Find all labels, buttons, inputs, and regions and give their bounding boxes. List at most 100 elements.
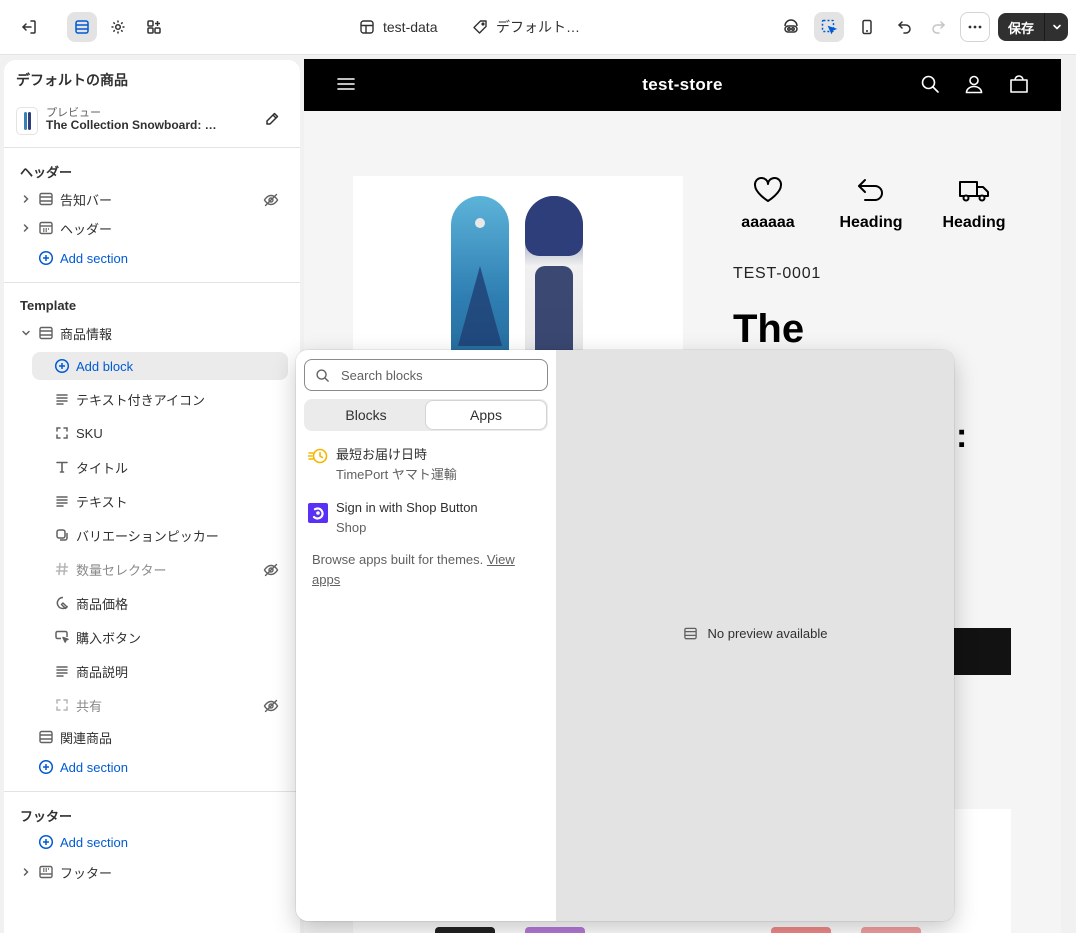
block-buy-buttons[interactable]: 購入ボタン xyxy=(4,623,300,651)
exit-icon xyxy=(20,18,38,36)
edit-preview-button[interactable] xyxy=(264,111,280,127)
feature-label: Heading xyxy=(942,214,1006,231)
exit-button[interactable] xyxy=(14,12,44,42)
block-share[interactable]: 共有 xyxy=(4,691,300,719)
add-section-label: Add section xyxy=(60,834,128,850)
block-label: SKU xyxy=(76,425,103,441)
template-selector[interactable]: デフォルト… xyxy=(472,12,580,42)
section-label: 商品情報 xyxy=(60,326,113,342)
app-name: Sign in with Shop Button xyxy=(336,500,478,515)
product-sku: TEST-0001 xyxy=(733,265,822,282)
dashed-frame-icon xyxy=(54,697,70,713)
app-item-shop-sign-in[interactable]: Sign in with Shop Button Shop xyxy=(306,500,546,544)
template-add-section-button[interactable]: Add section xyxy=(4,753,300,781)
section-icon xyxy=(38,325,54,341)
sections-button[interactable] xyxy=(67,12,97,42)
text-lines-icon xyxy=(54,493,70,509)
section-icon xyxy=(683,626,698,641)
app-item-timeport[interactable]: 最短お届け日時 TimePort ヤマト運輸 xyxy=(306,444,546,488)
block-variant-picker[interactable]: バリエーションピッカー xyxy=(4,521,300,549)
chevron-down-icon xyxy=(20,327,32,339)
eye-slash-icon[interactable] xyxy=(263,562,279,578)
top-bar: test-data デフォルト… 保存 xyxy=(0,0,1076,55)
select-mode-button[interactable] xyxy=(814,12,844,42)
store-name[interactable]: test-store xyxy=(304,75,1061,95)
plus-circle-icon xyxy=(38,759,54,775)
eye-slash-icon[interactable] xyxy=(263,192,279,208)
block-product-price[interactable]: 商品価格 xyxy=(4,589,300,617)
cart-icon[interactable] xyxy=(1008,74,1030,94)
picker-tabs: Blocks Apps xyxy=(304,399,548,431)
header-add-section-button[interactable]: Add section xyxy=(4,244,300,272)
divider xyxy=(4,147,300,148)
section-header[interactable]: ヘッダー xyxy=(4,214,300,242)
preview-product-selector[interactable]: プレビュー The Collection Snowboard: … xyxy=(16,104,288,138)
section-label: フッター xyxy=(60,865,113,881)
eye-slash-icon[interactable] xyxy=(263,698,279,714)
hash-icon xyxy=(54,561,70,577)
product-thumbnail xyxy=(16,107,38,135)
block-description[interactable]: 商品説明 xyxy=(4,657,300,685)
save-options-button[interactable] xyxy=(1044,13,1068,41)
app-name: 最短お届け日時 xyxy=(336,447,428,462)
account-icon[interactable] xyxy=(964,74,984,94)
section-related-products[interactable]: 関連商品 xyxy=(4,723,300,751)
block-sku[interactable]: SKU xyxy=(4,419,300,447)
mobile-preview-button[interactable] xyxy=(852,12,882,42)
undo-button[interactable] xyxy=(890,12,920,42)
search-blocks-input[interactable] xyxy=(341,360,541,390)
button-cursor-icon xyxy=(54,629,70,645)
block-picker-popover: Blocks Apps 最短お届け日時 TimePort ヤマト運輸 Sign … xyxy=(296,350,954,921)
section-label: 関連商品 xyxy=(60,730,113,746)
more-actions-button[interactable] xyxy=(960,12,990,42)
block-title[interactable]: タイトル xyxy=(4,453,300,481)
template-group-heading: Template xyxy=(20,298,77,313)
block-search[interactable] xyxy=(304,359,548,391)
block-label: 数量セレクター xyxy=(76,562,167,578)
no-preview-text: No preview available xyxy=(707,626,828,641)
product-title-fragment: : xyxy=(956,417,968,455)
add-section-label: Add section xyxy=(60,250,128,266)
tab-apps[interactable]: Apps xyxy=(426,401,546,429)
block-label: テキスト xyxy=(76,494,128,510)
search-icon[interactable] xyxy=(920,74,940,94)
divider xyxy=(4,791,300,792)
app-embeds-button[interactable] xyxy=(139,12,169,42)
plus-circle-icon xyxy=(54,358,70,374)
inspector-icon xyxy=(782,18,800,36)
redo-button[interactable] xyxy=(923,12,953,42)
tab-blocks[interactable]: Blocks xyxy=(306,401,426,429)
truck-icon xyxy=(929,176,1019,204)
theme-selector[interactable]: test-data xyxy=(359,12,437,42)
no-preview-message: No preview available xyxy=(556,626,954,641)
divider xyxy=(4,282,300,283)
buy-button[interactable] xyxy=(949,628,1011,675)
timeport-icon xyxy=(308,447,328,465)
redo-icon xyxy=(929,18,947,36)
footer-add-section-button[interactable]: Add section xyxy=(4,828,300,856)
add-block-button[interactable]: Add block xyxy=(32,352,288,380)
chevron-right-icon xyxy=(20,866,32,878)
search-icon xyxy=(315,368,330,383)
save-button[interactable]: 保存 xyxy=(998,13,1044,41)
save-group: 保存 xyxy=(998,13,1068,41)
section-product-information[interactable]: 商品情報 xyxy=(4,319,300,347)
block-quantity-selector[interactable]: 数量セレクター xyxy=(4,555,300,583)
section-icon xyxy=(38,729,54,745)
preview-product-name: The Collection Snowboard: … xyxy=(46,118,217,132)
apps-icon xyxy=(145,18,163,36)
inspector-button[interactable] xyxy=(776,12,806,42)
dashed-frame-icon xyxy=(54,425,70,441)
section-footer[interactable]: フッター xyxy=(4,858,300,886)
text-lines-icon xyxy=(54,391,70,407)
tag-icon xyxy=(472,19,488,35)
header-group-heading: ヘッダー xyxy=(20,165,73,180)
block-text[interactable]: テキスト xyxy=(4,487,300,515)
theme-settings-button[interactable] xyxy=(103,12,133,42)
pencil-icon xyxy=(264,111,280,127)
block-icon-with-text[interactable]: テキスト付きアイコン xyxy=(4,385,300,413)
plus-circle-icon xyxy=(38,834,54,850)
feature-item: aaaaaa xyxy=(723,176,813,232)
block-label: タイトル xyxy=(76,460,129,476)
section-announcement-bar[interactable]: 告知バー xyxy=(4,185,300,213)
